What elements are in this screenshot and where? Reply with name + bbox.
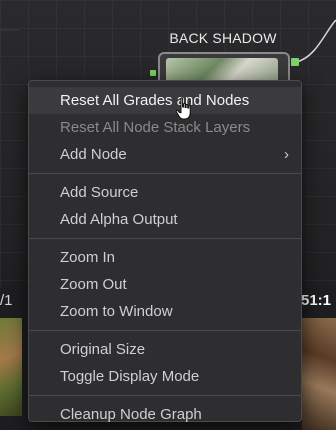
menu-item-label: Add Source [60,184,139,201]
menu-item-label: Reset All Grades and Nodes [60,92,250,109]
menu-separator [29,330,301,331]
menu-separator [29,395,301,396]
menu-item-zoom-in[interactable]: Zoom In [29,244,301,271]
menu-separator [29,238,301,239]
chevron-right-icon: › [284,146,289,163]
menu-item-label: Reset All Node Stack Layers [60,119,251,136]
menu-item-label: Zoom In [60,249,116,266]
menu-item-label: Zoom to Window [60,303,173,320]
menu-item-original-size[interactable]: Original Size [29,336,301,363]
menu-item-add-alpha-output[interactable]: Add Alpha Output [29,206,301,233]
menu-item-add-source[interactable]: Add Source [29,179,301,206]
timecode-right: 51:1 [301,292,332,309]
timecode-left: /1 [0,292,13,309]
node-input-port[interactable] [150,70,156,76]
menu-item-label: Add Node [60,146,127,163]
node-output-port[interactable] [291,58,299,66]
menu-item-label: Toggle Display Mode [60,368,200,385]
menu-item-label: Original Size [60,341,146,358]
menu-item-label: Zoom Out [60,276,127,293]
menu-item-zoom-out[interactable]: Zoom Out [29,271,301,298]
node-title: BACK SHADOW [169,30,277,46]
menu-item-reset-all-node-stack-layers: Reset All Node Stack Layers [29,114,301,141]
node-editor-stage: BACK SHADOW /1 51:1 Reset All Grades and… [0,0,336,430]
menu-item-reset-all-grades-and-nodes[interactable]: Reset All Grades and Nodes [29,87,301,114]
menu-item-add-node[interactable]: Add Node › [29,141,301,168]
menu-item-zoom-to-window[interactable]: Zoom to Window [29,298,301,325]
menu-item-cleanup-node-graph[interactable]: Cleanup Node Graph [29,401,301,428]
pointer-hand-icon [175,97,191,120]
menu-item-toggle-display-mode[interactable]: Toggle Display Mode [29,363,301,390]
menu-item-label: Add Alpha Output [60,211,178,228]
context-menu: Reset All Grades and Nodes Reset All Node… [28,80,302,423]
menu-item-label: Cleanup Node Graph [60,406,202,423]
menu-separator [29,173,301,174]
clip-thumbnail-right[interactable] [302,318,336,430]
clip-thumbnail-left[interactable] [0,318,22,416]
